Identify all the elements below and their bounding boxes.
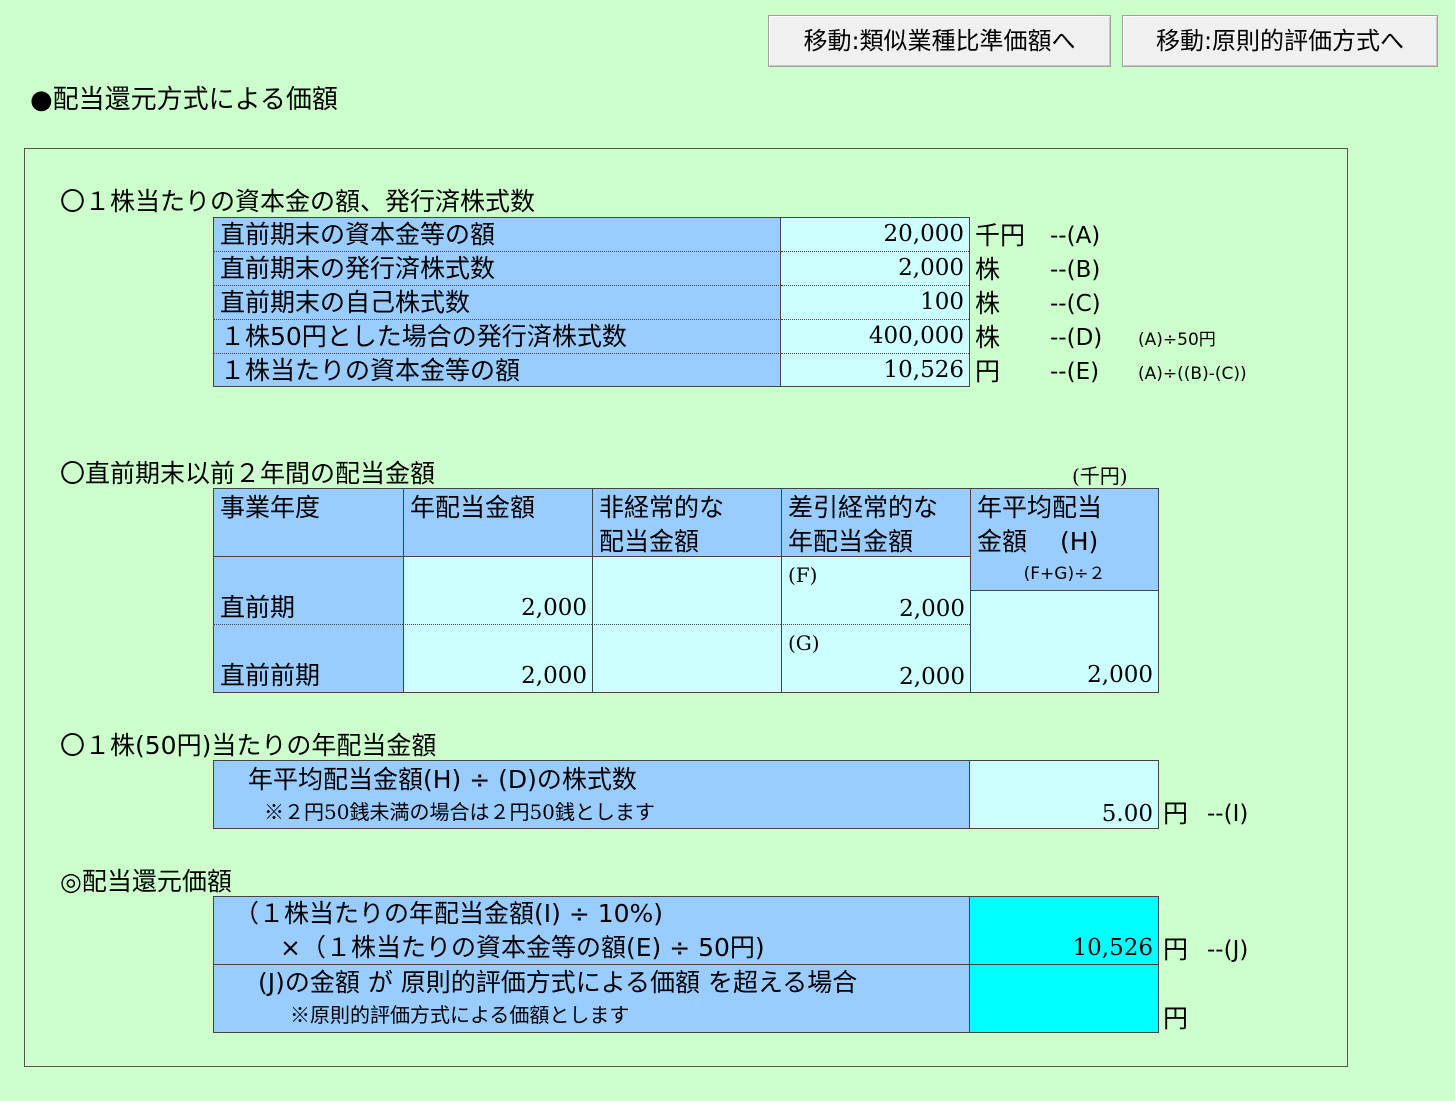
dividend-row-2-year: 直前前期 (214, 625, 403, 692)
return-value-exceed-value[interactable] (970, 965, 1158, 1032)
dividend-header-average-line1: 年平均配当 (977, 493, 1103, 522)
dividend-row-1-diff: (F) 2,000 (781, 557, 970, 625)
return-value-value-text: 10,526 (1072, 935, 1153, 961)
dividend-header-annual: 年配当金額 (403, 489, 592, 557)
dividend-row-2-diff-tag: (G) (788, 631, 820, 655)
return-value-exceed-label: (J)の金額 が 原則的評価方式による価額 を超える場合 (258, 968, 858, 997)
dividend-row-1-diff-value: 2,000 (899, 596, 965, 622)
dividend-row-1-year: 直前期 (214, 557, 403, 625)
dividend-average: 2,000 (970, 591, 1158, 692)
per-share-table: 年平均配当金額(H) ÷ (D)の株式数 ※２円50銭未満の場合は２円50銭とし… (213, 760, 1159, 829)
per-share-note: ※２円50銭未満の場合は２円50銭とします (264, 800, 655, 824)
per-share-value: 5.00 (970, 761, 1158, 828)
dividend-header-annual-text: 年配当金額 (410, 493, 536, 522)
capital-row-c-value[interactable]: 100 (781, 286, 969, 320)
per-share-label-cell: 年平均配当金額(H) ÷ (D)の株式数 ※２円50銭未満の場合は２円50銭とし… (214, 761, 970, 828)
capital-row-d-label: １株50円とした場合の発行済株式数 (214, 320, 781, 354)
dividend-row-1-year-text: 直前期 (220, 593, 296, 622)
dividend-row-1-extra[interactable] (592, 557, 781, 625)
per-share-unit: 円 (1163, 799, 1189, 828)
capital-row-c-unit: 株 (975, 289, 1001, 318)
dividend-header-extra: 非経常的な 配当金額 (592, 489, 781, 557)
capital-row-a-ref: --(A) (1050, 223, 1101, 249)
dividend-section-heading: 〇直前期末以前２年間の配当金額 (60, 459, 436, 488)
dividend-unit-note: (千円) (1072, 464, 1128, 488)
capital-row-b-unit: 株 (975, 255, 1001, 284)
capital-row-b-ref: --(B) (1050, 257, 1101, 283)
capital-row-b-label: 直前期末の発行済株式数 (214, 252, 781, 286)
nav-principle-method-button[interactable]: 移動:原則的評価方式へ (1122, 15, 1438, 67)
capital-row-a-label: 直前期末の資本金等の額 (214, 218, 781, 252)
return-value-formula-cell: （１株当たりの年配当金額(I) ÷ 10%) ×（１株当たりの資本金等の額(E)… (214, 897, 970, 965)
capital-row-d-unit: 株 (975, 323, 1001, 352)
dividend-row-2-year-text: 直前前期 (220, 661, 321, 690)
capital-row-e-unit: 円 (975, 357, 1001, 386)
dividend-table: 事業年度 年配当金額 非経常的な 配当金額 差引経常的な 年配当金額 年平均配当… (213, 488, 1159, 693)
capital-row-c-ref: --(C) (1050, 291, 1101, 317)
dividend-header-year: 事業年度 (214, 489, 403, 557)
dividend-header-year-text: 事業年度 (220, 493, 321, 522)
capital-row-d-value: 400,000 (781, 320, 969, 354)
return-value-exceed-unit: 円 (1163, 1004, 1189, 1033)
per-share-section-heading: 〇１株(50円)当たりの年配当金額 (60, 731, 437, 760)
capital-row-d-formula: (A)÷50円 (1138, 330, 1216, 350)
capital-row-d-ref: --(D) (1050, 325, 1103, 351)
capital-row-e-formula: (A)÷((B)-(C)) (1138, 364, 1247, 384)
dividend-header-extra-line1: 非経常的な (599, 493, 725, 522)
return-value-value: 10,526 (970, 897, 1158, 965)
capital-row-a-unit: 千円 (975, 221, 1026, 250)
dividend-header-diff-line1: 差引経常的な (788, 493, 939, 522)
page-title: ●配当還元方式による価額 (30, 85, 338, 115)
capital-section-heading: 〇１株当たりの資本金の額、発行済株式数 (60, 187, 536, 216)
capital-row-b-value[interactable]: 2,000 (781, 252, 969, 286)
dividend-row-1-annual[interactable]: 2,000 (403, 557, 592, 625)
dividend-row-2-diff-value: 2,000 (899, 664, 965, 690)
dividend-header-average-line2: 金額 (H) (977, 527, 1099, 556)
capital-row-c-label: 直前期末の自己株式数 (214, 286, 781, 320)
return-value-table: （１株当たりの年配当金額(I) ÷ 10%) ×（１株当たりの資本金等の額(E)… (213, 896, 1159, 1033)
per-share-value-text: 5.00 (1101, 801, 1153, 827)
dividend-row-1-annual-value: 2,000 (521, 595, 587, 621)
dividend-row-2-annual[interactable]: 2,000 (403, 625, 592, 692)
capital-row-e-ref: --(E) (1050, 359, 1100, 385)
dividend-average-value: 2,000 (1087, 662, 1153, 688)
dividend-header-average-formula: (F+G)÷２ (1023, 564, 1106, 584)
nav-similar-industry-button[interactable]: 移動:類似業種比準価額へ (768, 15, 1111, 67)
return-value-exceed-note: ※原則的評価方式による価額とします (290, 1003, 630, 1027)
dividend-row-2-diff: (G) 2,000 (781, 625, 970, 692)
dividend-row-2-annual-value: 2,000 (521, 663, 587, 689)
dividend-header-average: 年平均配当 金額 (H) (F+G)÷２ (970, 489, 1158, 591)
return-value-formula-line2: ×（１株当たりの資本金等の額(E) ÷ 50円) (280, 933, 765, 962)
return-value-exceed-cell: (J)の金額 が 原則的評価方式による価額 を超える場合 ※原則的評価方式による… (214, 965, 970, 1032)
dividend-header-extra-line2: 配当金額 (599, 527, 700, 556)
dividend-header-diff-line2: 年配当金額 (788, 527, 914, 556)
capital-row-a-value[interactable]: 20,000 (781, 218, 969, 252)
dividend-header-diff: 差引経常的な 年配当金額 (781, 489, 970, 557)
return-value-formula-line1: （１株当たりの年配当金額(I) ÷ 10%) (234, 899, 664, 928)
return-value-ref: --(J) (1207, 937, 1249, 963)
dividend-row-1-diff-tag: (F) (788, 563, 818, 587)
dividend-row-2-extra[interactable] (592, 625, 781, 692)
capital-row-e-label: １株当たりの資本金等の額 (214, 354, 781, 386)
return-value-section-heading: ◎配当還元価額 (60, 867, 232, 896)
per-share-ref: --(I) (1207, 801, 1249, 827)
return-value-unit: 円 (1163, 935, 1189, 964)
capital-row-e-value: 10,526 (781, 354, 969, 386)
per-share-label: 年平均配当金額(H) ÷ (D)の株式数 (248, 765, 637, 794)
capital-table: 直前期末の資本金等の額 20,000 直前期末の発行済株式数 2,000 直前期… (213, 217, 970, 387)
